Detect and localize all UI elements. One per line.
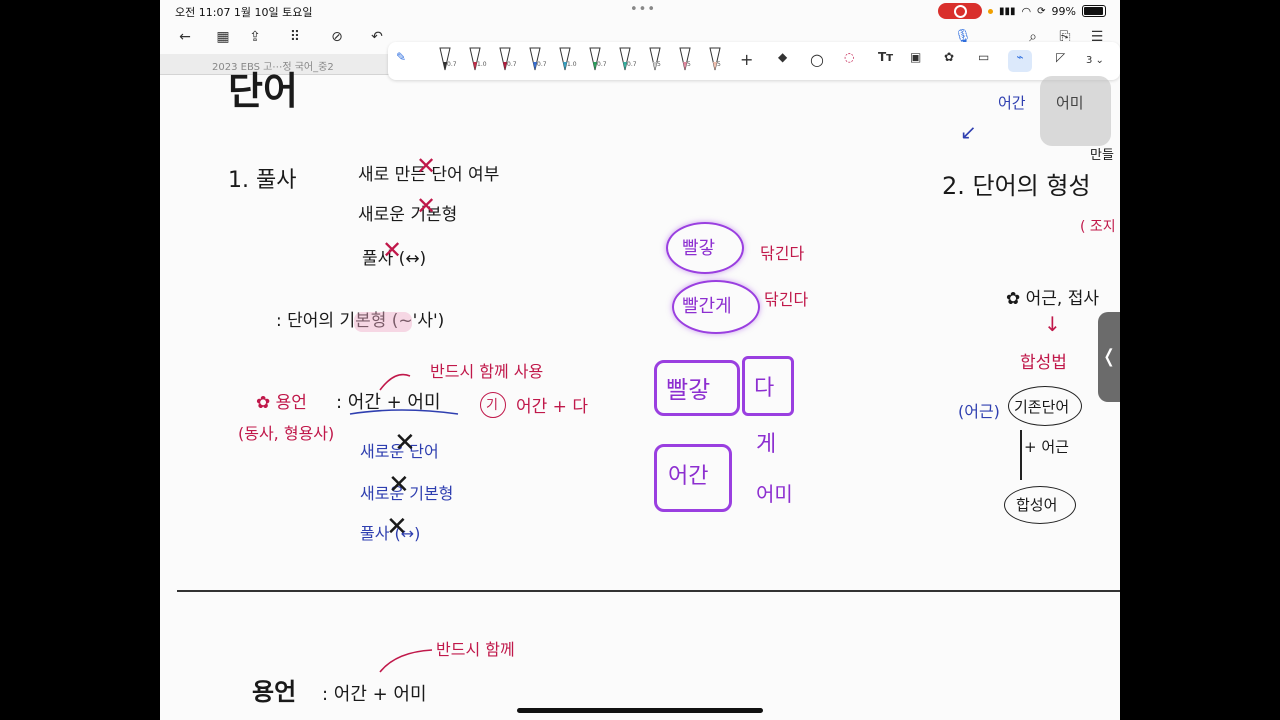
eraser-icon[interactable]: ◆ — [778, 50, 787, 72]
add-pen-icon[interactable]: + — [740, 50, 753, 72]
bottom-formula: : 어간 + 어미 — [322, 684, 427, 705]
top-gray-note: 어미 — [1056, 94, 1084, 112]
pen-tool-icon[interactable]: 0.7 — [438, 46, 457, 72]
strike-mark: ✕ — [386, 512, 408, 542]
example-formula: 어간 + 다 — [516, 397, 588, 417]
down-arrow-line — [1020, 430, 1022, 480]
section1-title: 1. 풀사 — [228, 168, 297, 193]
section2-plus: + 어근 — [1024, 438, 1069, 456]
pen-toolbar: ✎ 0.7 1.0 0.7 0.7 1.0 0.7 0.7 5 5 5 + ◆ ○ ◌ Tт ▣ … — [388, 42, 1120, 80]
text-tool-icon[interactable]: Tт — [878, 50, 893, 72]
mic-indicator-icon — [988, 8, 994, 14]
signal-icon: ▮▮▮ — [999, 5, 1016, 17]
pen-tool-icon[interactable]: 0.7 — [498, 46, 517, 72]
note-page[interactable]: 단어 1. 풀사 새로 만든 단어 여부 새로운 기본형 풀사 (↔) ✕ ✕ … — [160, 69, 1120, 720]
pen-tool-icon[interactable]: 5 — [648, 46, 662, 72]
strike-mark: ✕ — [416, 152, 437, 180]
annotation-arrows — [349, 373, 459, 415]
apps-icon[interactable]: ⠿ — [284, 26, 306, 48]
bottom-annotation: 반드시 함께 — [436, 640, 515, 659]
strike-mark: ✕ — [416, 192, 437, 220]
no-edit-icon[interactable]: ⊘ — [326, 26, 348, 48]
ipad-screen: 오전 11:07 1월 10일 토요일 ••• ▮▮▮ ◠ ⟳ 99% ← ▦ … — [160, 0, 1120, 720]
purple-word2: 빨간게 — [682, 296, 732, 317]
page-fold-icon[interactable]: ◸ — [1056, 50, 1065, 72]
section2-hapsung: 합성법 — [1020, 353, 1067, 373]
laser-pointer-icon[interactable]: ⌁ — [1008, 50, 1032, 72]
purple-word4: 게 — [756, 432, 777, 457]
purple-box-word3: 어간 — [668, 464, 709, 489]
pen-tool-icon[interactable]: 5 — [678, 46, 692, 72]
right-cut-text: 만들 — [1090, 148, 1114, 163]
strike-mark: ✕ — [394, 428, 416, 458]
pen-tool-icon[interactable]: 0.7 — [528, 46, 547, 72]
page-divider — [177, 590, 1120, 592]
pen-size-label: 5 — [657, 61, 661, 68]
pen-size-label: 0.7 — [597, 61, 607, 68]
pen-tool-icon[interactable]: 0.7 — [618, 46, 637, 72]
multitask-dots-icon[interactable]: ••• — [630, 2, 656, 17]
status-time-date: 오전 11:07 1월 10일 토요일 — [175, 6, 313, 19]
undo-icon[interactable]: ↶ — [366, 26, 388, 48]
pen-tool-icon[interactable]: 0.7 — [588, 46, 607, 72]
battery-icon — [1082, 5, 1106, 17]
top-blue-note: 어간 — [998, 94, 1026, 112]
pen-tool-icon[interactable]: 5 — [708, 46, 722, 72]
pen-tool-icon[interactable]: 1.0 — [558, 46, 577, 72]
red-word1: 닦긴다 — [760, 244, 805, 263]
shape-icon[interactable]: ○ — [810, 50, 824, 72]
pink-highlight — [354, 312, 412, 332]
pen-size-label: 1.0 — [477, 61, 487, 68]
purple-word1: 빨갛 — [682, 238, 716, 259]
pen-size-label: 5 — [717, 61, 721, 68]
screen-recording-icon[interactable] — [938, 3, 983, 19]
battery-percent: 99% — [1051, 4, 1076, 18]
wifi-icon: ◠ — [1021, 4, 1032, 18]
purple-box-word1: 빨갛 — [666, 376, 711, 404]
purple-word5: 어미 — [756, 482, 793, 506]
section2-arrow: ↓ — [1044, 312, 1061, 336]
section2-result: 합성어 — [1016, 496, 1058, 514]
pen-size-label: 5 — [687, 61, 691, 68]
home-indicator[interactable] — [517, 708, 763, 713]
section2-existing: 기존단어 — [1014, 398, 1070, 416]
pen-size-label: 0.7 — [537, 61, 547, 68]
example-circle-label: 기 — [486, 398, 498, 413]
red-word2: 닦긴다 — [764, 290, 809, 309]
back-arrow-icon[interactable]: ← — [174, 26, 196, 48]
pen-size-label: 1.0 — [567, 61, 577, 68]
sticker-icon[interactable]: ✿ — [944, 50, 954, 72]
pen-size-label: 0.7 — [507, 61, 517, 68]
pen-size-label: 0.7 — [627, 61, 637, 68]
heading-partial: 단어 — [228, 69, 298, 113]
side-panel-handle[interactable]: ❬ — [1098, 312, 1120, 402]
lock-rotation-icon: ⟳ — [1037, 5, 1046, 17]
s1-line2: 새로운 기본형 — [358, 205, 458, 225]
section2-star: ✿ 어근, 접사 — [1006, 289, 1100, 309]
blue-arrow: ↙ — [960, 120, 977, 144]
section2-eogeun: (어근) — [958, 402, 1000, 421]
yongeon-label: ✿ 용언 — [256, 393, 307, 413]
section2-sub: ( 조지 — [1080, 219, 1116, 235]
bottom-annotation-arrow — [379, 649, 433, 673]
export-icon[interactable]: ⇪ — [244, 26, 266, 48]
lasso-icon[interactable]: ◌ — [844, 50, 854, 72]
comment-icon[interactable]: ▭ — [978, 50, 989, 72]
bottom-label: 용언 — [252, 678, 297, 706]
status-bar: 오전 11:07 1월 10일 토요일 ••• ▮▮▮ ◠ ⟳ 99% — [160, 0, 1120, 22]
image-icon[interactable]: ▣ — [910, 50, 921, 72]
pen-size-label: 0.7 — [447, 61, 457, 68]
grid-view-icon[interactable]: ▦ — [212, 26, 234, 48]
page-indicator[interactable]: 3 ⌄ — [1086, 55, 1104, 77]
strike-mark: ✕ — [388, 470, 410, 500]
pen-tool-icon[interactable]: 1.0 — [468, 46, 487, 72]
yongeon-sub: (동사, 형용사) — [238, 424, 335, 443]
strike-mark: ✕ — [382, 236, 403, 264]
purple-box-word2: 다 — [754, 376, 775, 401]
section2-title: 2. 단어의 형성 — [942, 172, 1091, 200]
pen-settings-icon[interactable]: ✎ — [396, 50, 406, 72]
